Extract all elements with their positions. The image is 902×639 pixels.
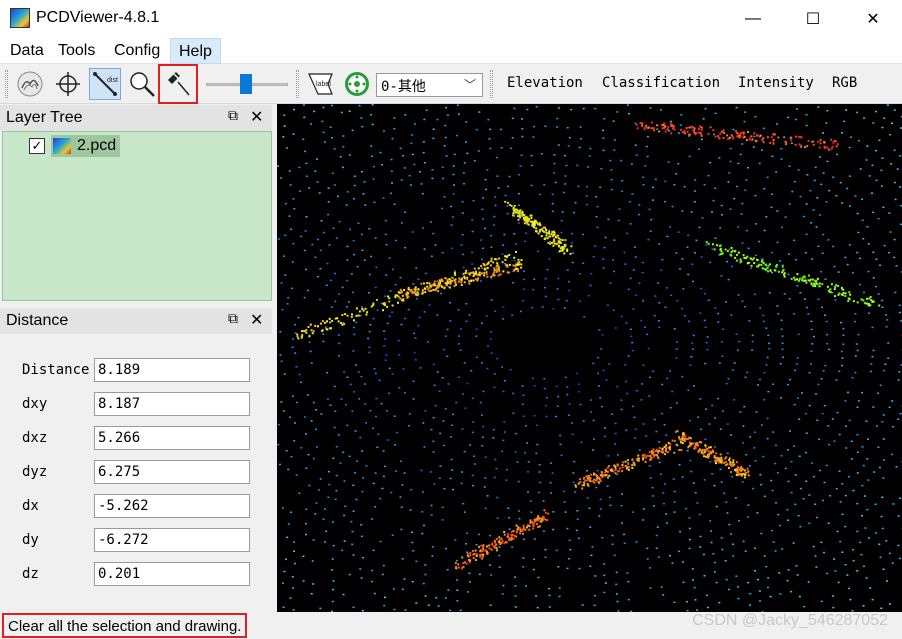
dxz-value-field[interactable]: 5.266	[94, 426, 250, 450]
mode-classification[interactable]: Classification	[602, 75, 720, 91]
color-wheel-icon[interactable]	[341, 68, 373, 100]
field-label: dxy	[22, 396, 48, 412]
field-label: dxz	[22, 430, 48, 446]
dy-value-field[interactable]: -6.272	[94, 528, 250, 552]
layer-tree: ✓ 2.pcd	[2, 131, 272, 301]
crosshair-icon[interactable]	[52, 68, 84, 100]
dxy-value-field[interactable]: 8.187	[94, 392, 250, 416]
dyz-value-field[interactable]: 6.275	[94, 460, 250, 484]
label-icon[interactable]: label	[305, 68, 337, 100]
toolbar-grip[interactable]	[5, 70, 8, 98]
float-panel-icon[interactable]: ⧉	[228, 107, 240, 123]
app-logo-icon	[10, 8, 30, 28]
field-dxy: dxy 8.187	[22, 392, 262, 416]
layer-label: 2.pcd	[77, 137, 117, 154]
field-dx: dx -5.262	[22, 494, 262, 518]
distance-header: Distance ⧉ ✕	[0, 308, 272, 334]
point-size-slider[interactable]	[206, 74, 288, 94]
label-icon-text: label	[316, 81, 331, 88]
mode-intensity[interactable]: Intensity	[738, 75, 814, 91]
layer-tree-header: Layer Tree ⧉ ✕	[0, 105, 272, 131]
layer-visibility-checkbox[interactable]: ✓	[29, 138, 45, 154]
mode-elevation[interactable]: Elevation	[507, 75, 583, 91]
point-cloud-icon	[53, 138, 71, 154]
distance-icon-text: dist	[107, 77, 118, 84]
menu-bar: Data Tools Config Help	[0, 38, 902, 64]
close-panel-icon[interactable]: ✕	[250, 107, 263, 127]
layer-selection[interactable]: 2.pcd	[51, 135, 121, 157]
cloud-icon[interactable]	[14, 68, 46, 100]
menu-data[interactable]: Data	[2, 38, 52, 64]
menu-config[interactable]: Config	[106, 38, 168, 64]
status-message: Clear all the selection and drawing.	[2, 613, 248, 638]
close-window-button[interactable]: ✕	[850, 0, 896, 38]
field-dyz: dyz 6.275	[22, 460, 262, 484]
menu-help[interactable]: Help	[170, 38, 221, 64]
zoom-icon[interactable]	[126, 68, 158, 100]
slider-thumb[interactable]	[240, 74, 252, 94]
maximize-button[interactable]: ☐	[790, 0, 836, 38]
point-cloud-canvas[interactable]	[277, 104, 902, 612]
classification-combo[interactable]: 0-其他 ﹀	[376, 73, 483, 97]
field-distance: Distance 8.189	[22, 358, 262, 382]
distance-icon[interactable]: dist	[89, 68, 121, 100]
close-panel-icon[interactable]: ✕	[250, 310, 263, 330]
dz-value-field[interactable]: 0.201	[94, 562, 250, 586]
field-label: dyz	[22, 464, 48, 480]
field-dxz: dxz 5.266	[22, 426, 262, 450]
layer-item[interactable]: ✓ 2.pcd	[29, 135, 121, 157]
clear-brush-icon[interactable]	[158, 64, 198, 104]
toolbar-grip-2[interactable]	[296, 70, 299, 98]
watermark: CSDN @Jacky_546287052	[692, 612, 888, 629]
menu-tools[interactable]: Tools	[50, 38, 103, 64]
classification-combo-value: 0-其他	[381, 79, 426, 95]
distance-panel: Distance 8.189 dxy 8.187 dxz 5.266 dyz 6…	[2, 334, 272, 612]
field-dz: dz 0.201	[22, 562, 262, 586]
field-label: dx	[22, 498, 39, 514]
distance-value-field[interactable]: 8.189	[94, 358, 250, 382]
title-bar: PCDViewer-4.8.1 — ☐ ✕	[0, 0, 902, 38]
field-label: Distance	[22, 362, 90, 378]
distance-title: Distance	[6, 312, 69, 329]
window-title: PCDViewer-4.8.1	[36, 9, 160, 26]
minimize-button[interactable]: —	[730, 0, 776, 38]
toolbar: dist label 0-其他 ﹀ Elevation Classificati…	[0, 64, 902, 104]
dx-value-field[interactable]: -5.262	[94, 494, 250, 518]
chevron-down-icon: ﹀	[463, 78, 476, 92]
field-label: dy	[22, 532, 39, 548]
field-dy: dy -6.272	[22, 528, 262, 552]
mode-rgb[interactable]: RGB	[832, 75, 857, 91]
field-label: dz	[22, 566, 39, 582]
layer-tree-title: Layer Tree	[6, 109, 83, 126]
point-cloud-viewport[interactable]	[277, 104, 902, 612]
float-panel-icon[interactable]: ⧉	[228, 310, 240, 326]
status-bar: Clear all the selection and drawing. CSD…	[0, 612, 902, 639]
toolbar-grip-3[interactable]	[490, 70, 493, 98]
